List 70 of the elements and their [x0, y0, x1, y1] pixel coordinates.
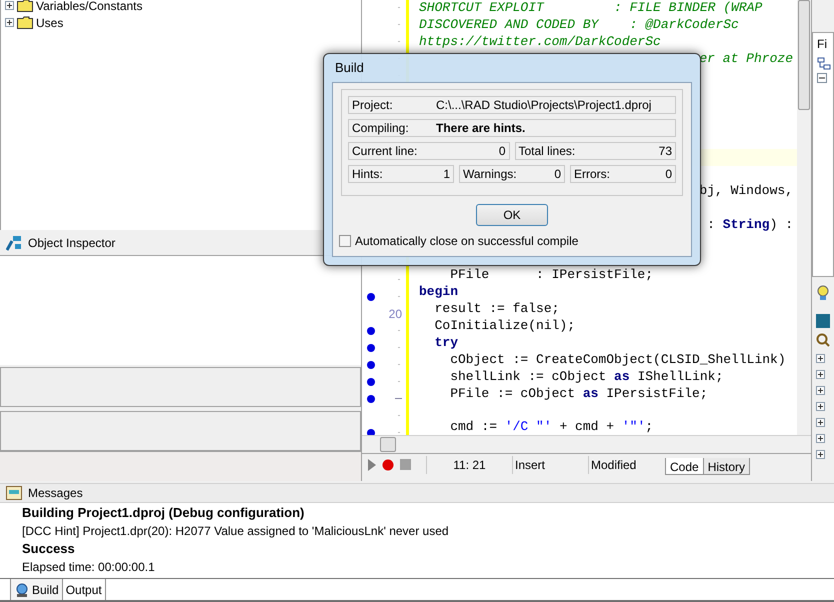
panel-title: Object Inspector [28, 234, 116, 252]
tree-item[interactable]: Variables/Constants [36, 0, 142, 14]
expand-icon[interactable] [816, 354, 825, 363]
message-line: [DCC Hint] Project1.dpr(20): H2077 Value assigned to 'MaliciousLnk' never used [22, 523, 450, 540]
editor-tab[interactable]: History [702, 458, 750, 475]
field-label: Project: [352, 97, 394, 114]
expand-icon[interactable] [816, 450, 825, 459]
field-label: Compiling: [352, 120, 410, 137]
panel-tab[interactable]: Build [10, 579, 63, 600]
code-line: PFile : IPersistFile; [449, 266, 654, 283]
insert-mode: Insert [512, 456, 588, 474]
code-line: CoInitialize(nil); [434, 316, 576, 334]
field-value: 0 [554, 166, 561, 183]
code-line: begin [419, 282, 458, 300]
field-label: Warnings: [463, 166, 517, 183]
field-label: Errors: [574, 166, 610, 183]
horizontal-scrollbar[interactable] [362, 435, 811, 453]
code-line: shellLink := cObject as IShellLink; [449, 368, 724, 385]
collapse-icon[interactable] [817, 73, 827, 83]
folder-icon [17, 16, 33, 29]
editor-tab[interactable]: Code [665, 458, 704, 475]
project-path: C:\...\RAD Studio\Projects\Project1.dproj [436, 97, 652, 114]
cursor-position: 11: 21 [426, 456, 512, 474]
panel-title: Messages [28, 485, 83, 502]
folder-icon [17, 0, 33, 12]
expand-icon[interactable] [816, 418, 825, 427]
code-line: cObject := CreateComObject(CLSID_ShellLink) [449, 350, 786, 368]
expand-icon[interactable] [5, 18, 14, 27]
field-label: Hints: [352, 166, 383, 183]
code-line: cmd := '/C "' + cmd + '"'; [449, 418, 654, 435]
field-label: Current line: [352, 143, 418, 160]
ok-button[interactable]: OK [476, 204, 548, 226]
field-value: 0 [665, 166, 672, 183]
bulb-icon [816, 285, 830, 301]
tree-item[interactable]: Uses [36, 14, 64, 32]
search-icon[interactable] [816, 333, 830, 347]
scrollbar-thumb[interactable] [380, 437, 396, 452]
field-label: Total lines: [518, 143, 576, 160]
dialog-title: Build [334, 59, 365, 77]
code-line: PFile := cObject as IPersistFile; [449, 384, 708, 402]
field-value: 73 [658, 143, 672, 160]
message-line: Success [22, 540, 76, 558]
field-value: 1 [443, 166, 450, 183]
message-line: Elapsed time: 00:00:00.1 [22, 559, 156, 576]
checkbox[interactable] [339, 235, 351, 247]
code-line: https://twitter.com/DarkCoderSc [419, 33, 661, 50]
code-line: try [434, 334, 458, 351]
window-icon [6, 486, 22, 500]
code-line: SHORTCUT EXPLOIT : FILE BINDER (WRAP [419, 0, 762, 16]
field-value: 0 [498, 143, 506, 160]
expand-icon[interactable] [816, 434, 825, 443]
tree-icon [817, 57, 831, 71]
vertical-scrollbar[interactable] [797, 0, 811, 435]
play-icon[interactable] [368, 458, 376, 470]
scrollbar-thumb[interactable] [798, 0, 810, 110]
expand-icon[interactable] [816, 370, 825, 379]
code-line: : String) : [707, 216, 793, 233]
expand-icon[interactable] [816, 402, 825, 411]
compile-status: There are hints. [436, 120, 526, 137]
expand-icon[interactable] [5, 1, 14, 10]
expand-icon[interactable] [816, 386, 825, 395]
line-number: 20 [388, 306, 402, 322]
code-line: result := false; [434, 300, 560, 317]
code-line: DISCOVERED AND CODED BY : @DarkCoderSc [419, 16, 739, 33]
record-icon[interactable] [382, 458, 394, 470]
modified-status: Modified [588, 456, 662, 474]
checkbox-label[interactable]: Automatically close on successful compile [355, 232, 578, 250]
panel-tab[interactable]: Fi [813, 33, 833, 53]
message-line: Building Project1.dproj (Debug configuration) [22, 504, 306, 522]
inspector-icon [6, 234, 22, 250]
